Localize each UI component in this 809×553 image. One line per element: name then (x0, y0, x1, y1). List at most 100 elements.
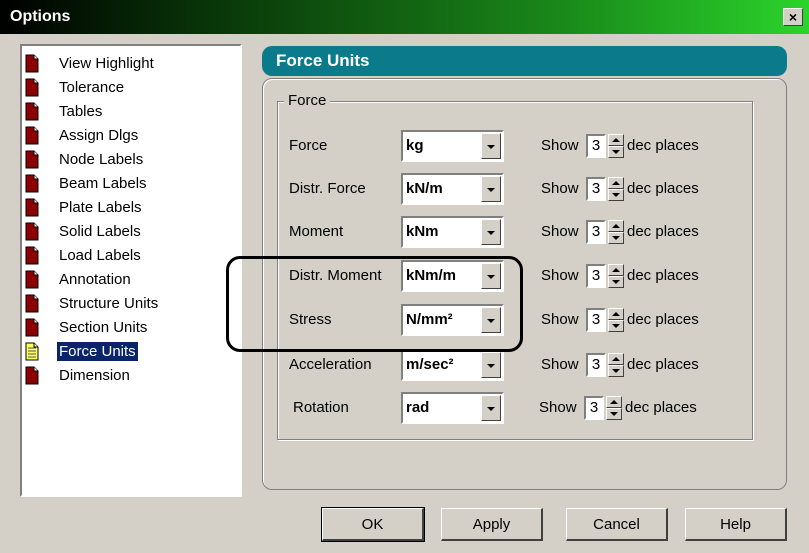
spin-up-icon[interactable] (608, 264, 624, 276)
title-bar: Options × (0, 0, 809, 34)
dec-places-label: dec places (627, 223, 699, 240)
tree-item[interactable]: Dimension (22, 363, 240, 387)
decimal-spinner[interactable] (608, 220, 624, 244)
chevron-down-icon[interactable] (481, 133, 501, 159)
spin-up-icon[interactable] (608, 353, 624, 365)
unit-select[interactable]: kN/m (401, 173, 504, 205)
close-button[interactable]: × (783, 8, 803, 26)
page-icon (25, 126, 39, 144)
unit-select[interactable]: rad (401, 392, 504, 424)
options-tree[interactable]: View Highlight Tolerance Tables Assign Dlgs… (20, 44, 242, 497)
tree-item[interactable]: Structure Units (22, 291, 240, 315)
unit-select-value: kNm (406, 223, 439, 240)
decimal-spinner[interactable] (608, 353, 624, 377)
spin-down-icon[interactable] (606, 408, 622, 420)
tree-item[interactable]: Load Labels (22, 243, 240, 267)
help-button[interactable]: Help (685, 508, 787, 541)
tree-item-label: Tolerance (59, 78, 125, 96)
tree-item-label: Load Labels (59, 246, 141, 264)
spin-down-icon[interactable] (608, 189, 624, 201)
tree-item-label: Structure Units (59, 294, 159, 312)
tree-item-label: Force Units (57, 341, 138, 361)
decimal-spinner[interactable] (608, 264, 624, 288)
decimal-spinner[interactable] (608, 308, 624, 332)
tree-item[interactable]: Assign Dlgs (22, 123, 240, 147)
page-icon (25, 294, 39, 312)
show-label: Show (541, 180, 579, 197)
show-label: Show (539, 399, 577, 416)
window-title: Options (10, 8, 71, 25)
unit-select-value: rad (406, 399, 430, 416)
spin-down-icon[interactable] (608, 365, 624, 377)
spin-down-icon[interactable] (608, 232, 624, 244)
decimal-spinner[interactable] (606, 396, 622, 420)
spin-down-icon[interactable] (608, 146, 624, 158)
unit-select[interactable]: m/sec² (401, 349, 504, 381)
page-icon (25, 102, 39, 120)
decimal-places-input[interactable]: 3 (584, 396, 604, 420)
chevron-down-icon[interactable] (481, 176, 501, 202)
tree-item[interactable]: View Highlight (22, 51, 240, 75)
tree-item[interactable]: Force Units (22, 339, 240, 363)
tree-item[interactable]: Tolerance (22, 75, 240, 99)
decimal-places-input[interactable]: 3 (586, 220, 606, 244)
unit-row-label: Distr. Force (289, 180, 366, 197)
panel-header: Force Units (262, 46, 787, 76)
spin-up-icon[interactable] (608, 220, 624, 232)
spin-up-icon[interactable] (606, 396, 622, 408)
tree-item-label: Plate Labels (59, 198, 142, 216)
decimal-places-input[interactable]: 3 (586, 177, 606, 201)
page-icon (25, 174, 39, 192)
spin-up-icon[interactable] (608, 177, 624, 189)
page-icon (25, 198, 39, 216)
page-icon (25, 318, 39, 336)
apply-button[interactable]: Apply (441, 508, 543, 541)
tree-item-label: View Highlight (59, 54, 154, 72)
dec-places-label: dec places (627, 137, 699, 154)
spin-up-icon[interactable] (608, 134, 624, 146)
decimal-spinner[interactable] (608, 134, 624, 158)
decimal-spinner[interactable] (608, 177, 624, 201)
tree-item-label: Section Units (59, 318, 148, 336)
tree-item-label: Dimension (59, 366, 130, 384)
tree-item[interactable]: Node Labels (22, 147, 240, 171)
ok-button[interactable]: OK (321, 507, 425, 542)
unit-row-label: Rotation (293, 399, 349, 416)
cancel-button[interactable]: Cancel (566, 508, 668, 541)
spin-down-icon[interactable] (608, 320, 624, 332)
spin-up-icon[interactable] (608, 308, 624, 320)
tree-item[interactable]: Plate Labels (22, 195, 240, 219)
group-label: Force (284, 92, 331, 110)
chevron-down-icon[interactable] (481, 352, 501, 378)
decimal-places-input[interactable]: 3 (586, 264, 606, 288)
close-icon: × (788, 9, 798, 25)
unit-select[interactable]: kg (401, 130, 504, 162)
chevron-down-icon[interactable] (481, 219, 501, 245)
tree-item[interactable]: Annotation (22, 267, 240, 291)
unit-select[interactable]: kNm (401, 216, 504, 248)
tree-item[interactable]: Solid Labels (22, 219, 240, 243)
show-label: Show (541, 137, 579, 154)
tree-item-label: Node Labels (59, 150, 144, 168)
unit-select-value: m/sec² (406, 356, 454, 373)
highlight-annotation (226, 256, 523, 352)
page-icon (25, 78, 39, 96)
decimal-places-input[interactable]: 3 (586, 134, 606, 158)
tree-item[interactable]: Beam Labels (22, 171, 240, 195)
tree-item[interactable]: Section Units (22, 315, 240, 339)
tree-item-label: Tables (59, 102, 103, 120)
tree-item[interactable]: Tables (22, 99, 240, 123)
decimal-places-input[interactable]: 3 (586, 353, 606, 377)
chevron-down-icon[interactable] (481, 395, 501, 421)
dec-places-label: dec places (627, 267, 699, 284)
decimal-places-input[interactable]: 3 (586, 308, 606, 332)
tree-item-label: Solid Labels (59, 222, 141, 240)
spin-down-icon[interactable] (608, 276, 624, 288)
page-icon (25, 270, 39, 288)
unit-select-value: kg (406, 137, 424, 154)
unit-row-label: Acceleration (289, 356, 372, 373)
panel-title: Force Units (276, 51, 370, 70)
dec-places-label: dec places (627, 180, 699, 197)
page-icon (25, 54, 39, 72)
show-label: Show (541, 267, 579, 284)
